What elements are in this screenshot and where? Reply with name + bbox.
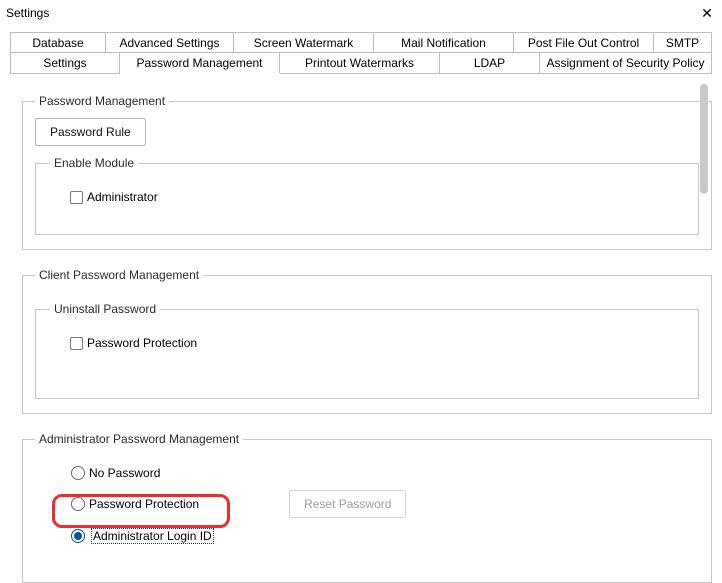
tab-row-bottom: Settings Password Management Printout Wa… bbox=[10, 52, 712, 74]
tab-advanced-settings[interactable]: Advanced Settings bbox=[106, 32, 234, 53]
tab-smtp[interactable]: SMTP bbox=[654, 32, 712, 53]
tab-settings[interactable]: Settings bbox=[10, 52, 120, 74]
administrator-checkbox[interactable] bbox=[70, 191, 83, 204]
group-legend: Client Password Management bbox=[35, 268, 203, 282]
password-protection-checkbox-row[interactable]: Password Protection bbox=[70, 336, 684, 350]
password-protection-checkbox-label: Password Protection bbox=[87, 336, 197, 350]
tab-database[interactable]: Database bbox=[10, 32, 106, 53]
tab-password-management[interactable]: Password Management bbox=[120, 52, 280, 74]
password-protection-radio[interactable] bbox=[71, 497, 85, 511]
group-uninstall-password: Uninstall Password Password Protection bbox=[35, 302, 699, 399]
no-password-radio[interactable] bbox=[71, 466, 85, 480]
tab-ldap[interactable]: LDAP bbox=[440, 52, 540, 74]
password-protection-radio-label: Password Protection bbox=[89, 497, 199, 511]
scrollbar-thumb[interactable] bbox=[700, 84, 708, 194]
group-legend: Uninstall Password bbox=[50, 302, 160, 316]
close-icon[interactable]: ✕ bbox=[700, 6, 714, 20]
administrator-checkbox-label: Administrator bbox=[87, 190, 158, 204]
tab-assignment-security[interactable]: Assignment of Security Policy bbox=[540, 52, 712, 74]
administrator-checkbox-row[interactable]: Administrator bbox=[70, 190, 684, 204]
password-rule-button[interactable]: Password Rule bbox=[35, 118, 146, 146]
group-legend: Administrator Password Management bbox=[35, 432, 243, 446]
tab-printout-watermarks[interactable]: Printout Watermarks bbox=[280, 52, 440, 74]
title-bar: Settings ✕ bbox=[0, 0, 722, 26]
group-password-management: Password Management Password Rule Enable… bbox=[22, 94, 712, 250]
group-legend: Enable Module bbox=[50, 156, 138, 170]
admin-login-id-radio-label: Administrator Login ID bbox=[91, 528, 214, 544]
content-area: Password Management Password Rule Enable… bbox=[10, 73, 712, 540]
no-password-radio-row[interactable]: No Password bbox=[71, 466, 699, 480]
group-client-password-management: Client Password Management Uninstall Pas… bbox=[22, 268, 712, 414]
tab-mail-notification[interactable]: Mail Notification bbox=[374, 32, 514, 53]
password-protection-radio-row[interactable]: Password Protection bbox=[71, 497, 199, 511]
reset-password-button[interactable]: Reset Password bbox=[289, 490, 406, 518]
tab-row-top: Database Advanced Settings Screen Waterm… bbox=[10, 32, 712, 53]
password-protection-checkbox[interactable] bbox=[70, 337, 83, 350]
group-enable-module: Enable Module Administrator bbox=[35, 156, 699, 235]
group-legend: Password Management bbox=[35, 94, 169, 108]
group-administrator-password-management: Administrator Password Management No Pas… bbox=[22, 432, 712, 583]
no-password-radio-label: No Password bbox=[89, 466, 160, 480]
vertical-scrollbar[interactable] bbox=[700, 84, 708, 534]
admin-login-id-radio-row[interactable]: Administrator Login ID bbox=[71, 528, 699, 544]
window-title: Settings bbox=[6, 6, 49, 20]
tab-screen-watermark[interactable]: Screen Watermark bbox=[234, 32, 374, 53]
tab-post-file-out[interactable]: Post File Out Control bbox=[514, 32, 654, 53]
